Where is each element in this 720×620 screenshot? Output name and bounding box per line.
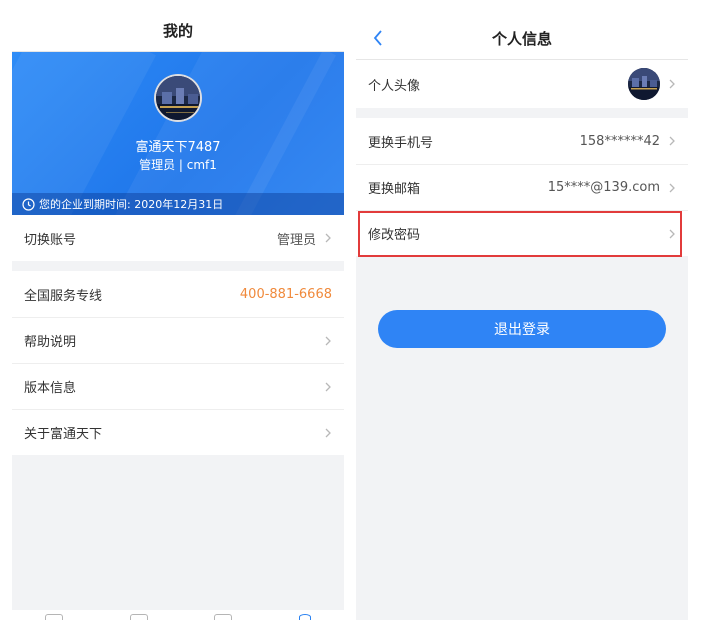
switch-account-row[interactable]: 切换账号 管理员 bbox=[12, 215, 344, 261]
version-row[interactable]: 版本信息 bbox=[12, 363, 344, 409]
personal-info-screen: 个人信息 个人头像 更换手机号 158******42 更换邮箱 15****@… bbox=[356, 18, 688, 620]
expiry-text: 您的企业到期时间: 2020年12月31日 bbox=[39, 198, 224, 211]
chevron-right-icon bbox=[324, 232, 332, 244]
about-row[interactable]: 关于富通天下 bbox=[12, 409, 344, 455]
navbar: 个人信息 bbox=[356, 18, 688, 60]
chevron-right-icon bbox=[324, 427, 332, 439]
row-label: 全国服务专线 bbox=[24, 288, 103, 304]
user-role: 管理员 | cmf1 bbox=[139, 158, 217, 172]
change-password-row[interactable]: 修改密码 bbox=[356, 210, 688, 257]
tab-messages-icon[interactable] bbox=[214, 614, 233, 620]
profile-header: 富通天下7487 管理员 | cmf1 您的企业到期时间: 2020年12月31… bbox=[12, 52, 344, 215]
row-value: 管理员 bbox=[276, 232, 316, 248]
tab-bar bbox=[12, 610, 344, 620]
page-title: 我的 bbox=[162, 22, 193, 40]
row-label: 切换账号 bbox=[24, 232, 77, 248]
avatar-row[interactable]: 个人头像 bbox=[356, 60, 688, 108]
profile-screen: 我的 富通天下7487 管理员 | cmf1 您的企业到期时间: 2020年12 bbox=[12, 10, 344, 620]
tab-contacts-icon[interactable] bbox=[129, 614, 148, 620]
avatar[interactable] bbox=[154, 74, 202, 122]
chevron-right-icon bbox=[668, 228, 676, 240]
chevron-right-icon bbox=[324, 335, 332, 347]
hotline-number[interactable]: 400-881-6668 bbox=[240, 287, 332, 302]
clock-icon bbox=[22, 197, 35, 211]
row-label: 更换邮箱 bbox=[368, 182, 421, 197]
email-value: 15****@139.com bbox=[547, 180, 660, 195]
row-label: 关于富通天下 bbox=[24, 427, 103, 442]
row-label: 帮助说明 bbox=[24, 335, 77, 350]
change-email-row[interactable]: 更换邮箱 15****@139.com bbox=[356, 164, 688, 210]
back-chevron-icon[interactable] bbox=[366, 26, 390, 50]
chevron-right-icon bbox=[324, 381, 332, 393]
chevron-right-icon bbox=[668, 182, 676, 194]
service-hotline-row[interactable]: 全国服务专线 400-881-6668 bbox=[12, 271, 344, 317]
avatar bbox=[628, 68, 660, 100]
row-label: 个人头像 bbox=[368, 78, 421, 94]
row-label: 更换手机号 bbox=[368, 135, 434, 151]
tab-home-icon[interactable] bbox=[45, 614, 64, 620]
navbar: 我的 bbox=[12, 10, 344, 52]
chevron-right-icon bbox=[668, 78, 676, 90]
tab-profile-icon[interactable] bbox=[298, 614, 311, 620]
chevron-right-icon bbox=[668, 135, 676, 147]
row-label: 修改密码 bbox=[368, 228, 421, 243]
user-name: 富通天下7487 bbox=[135, 140, 221, 155]
logout-button[interactable]: 退出登录 bbox=[378, 310, 666, 348]
expiry-bar: 您的企业到期时间: 2020年12月31日 bbox=[12, 193, 344, 215]
help-row[interactable]: 帮助说明 bbox=[12, 317, 344, 363]
phone-value: 158******42 bbox=[579, 133, 660, 149]
row-label: 版本信息 bbox=[24, 381, 77, 396]
page-title: 个人信息 bbox=[491, 30, 552, 48]
change-phone-row[interactable]: 更换手机号 158******42 bbox=[356, 118, 688, 164]
